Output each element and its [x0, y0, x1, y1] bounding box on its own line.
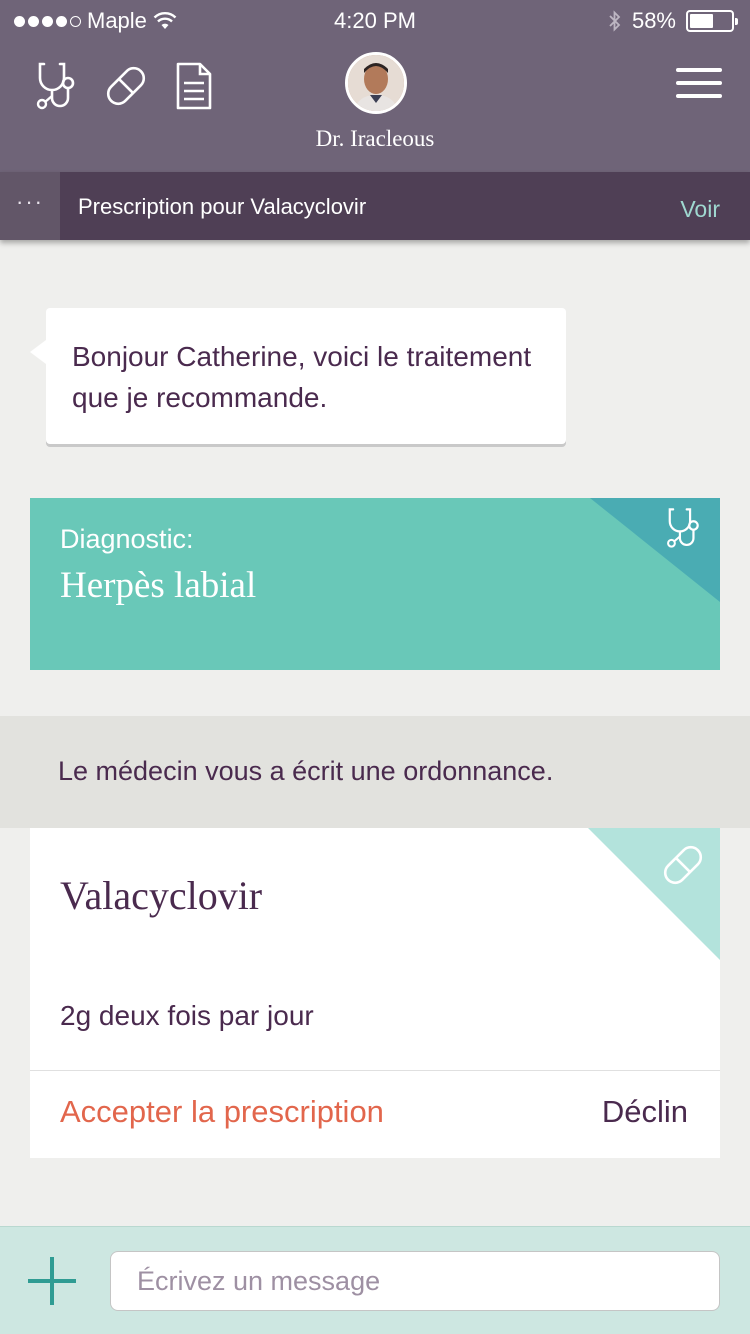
view-link[interactable]: Voir	[680, 196, 720, 223]
doctor-avatar[interactable]	[345, 52, 407, 114]
pill-icon	[106, 66, 146, 106]
drug-dosage: 2g deux fois par jour	[60, 1000, 314, 1031]
message-input[interactable]	[110, 1251, 720, 1311]
accept-prescription-button[interactable]: Accepter la prescription	[60, 1094, 384, 1130]
notice-text: Le médecin vous a écrit une ordonnance.	[58, 756, 554, 786]
battery-icon	[686, 10, 738, 32]
menu-button[interactable]	[676, 68, 722, 100]
bluetooth-icon	[609, 10, 621, 32]
battery-percent: 58%	[631, 8, 676, 33]
diagnostic-value: Herpès labial	[60, 565, 257, 606]
doctor-photo	[348, 55, 404, 111]
prescription-card: Valacyclovir 2g deux fois par jour Accep…	[30, 828, 720, 1158]
add-attachment-button[interactable]	[28, 1257, 76, 1305]
doctor-name: Dr. Iracleous	[315, 126, 435, 151]
pill-icon	[663, 845, 703, 885]
card-divider	[30, 1070, 720, 1071]
drug-name: Valacyclovir	[60, 873, 263, 918]
decline-button[interactable]: Déclin	[602, 1094, 688, 1130]
message-text: Bonjour Catherine, voici le traitement q…	[72, 341, 532, 413]
app-header: Dr. Iracleous	[0, 40, 750, 172]
more-options-button[interactable]: ···	[0, 172, 60, 240]
prescription-bar-title: Prescription pour Valacyclovir	[78, 194, 367, 219]
stethoscope-button[interactable]	[32, 60, 84, 112]
pill-button[interactable]	[100, 60, 152, 112]
message-composer	[0, 1226, 750, 1334]
document-icon	[176, 62, 212, 110]
status-bar: Maple 4:20 PM 58%	[0, 0, 750, 40]
diagnostic-label: Diagnostic:	[60, 524, 194, 554]
prescription-notice: Le médecin vous a écrit une ordonnance.	[0, 716, 750, 828]
doctor-message-bubble: Bonjour Catherine, voici le traitement q…	[30, 308, 566, 444]
stethoscope-icon	[667, 508, 699, 548]
prescription-bar: ··· Prescription pour Valacyclovir Voir	[0, 172, 750, 240]
document-button[interactable]	[168, 60, 220, 112]
diagnostic-card: Diagnostic: Herpès labial	[30, 498, 720, 670]
stethoscope-icon	[36, 62, 75, 110]
status-right: 58%	[608, 8, 738, 34]
battery-fill	[690, 14, 714, 28]
